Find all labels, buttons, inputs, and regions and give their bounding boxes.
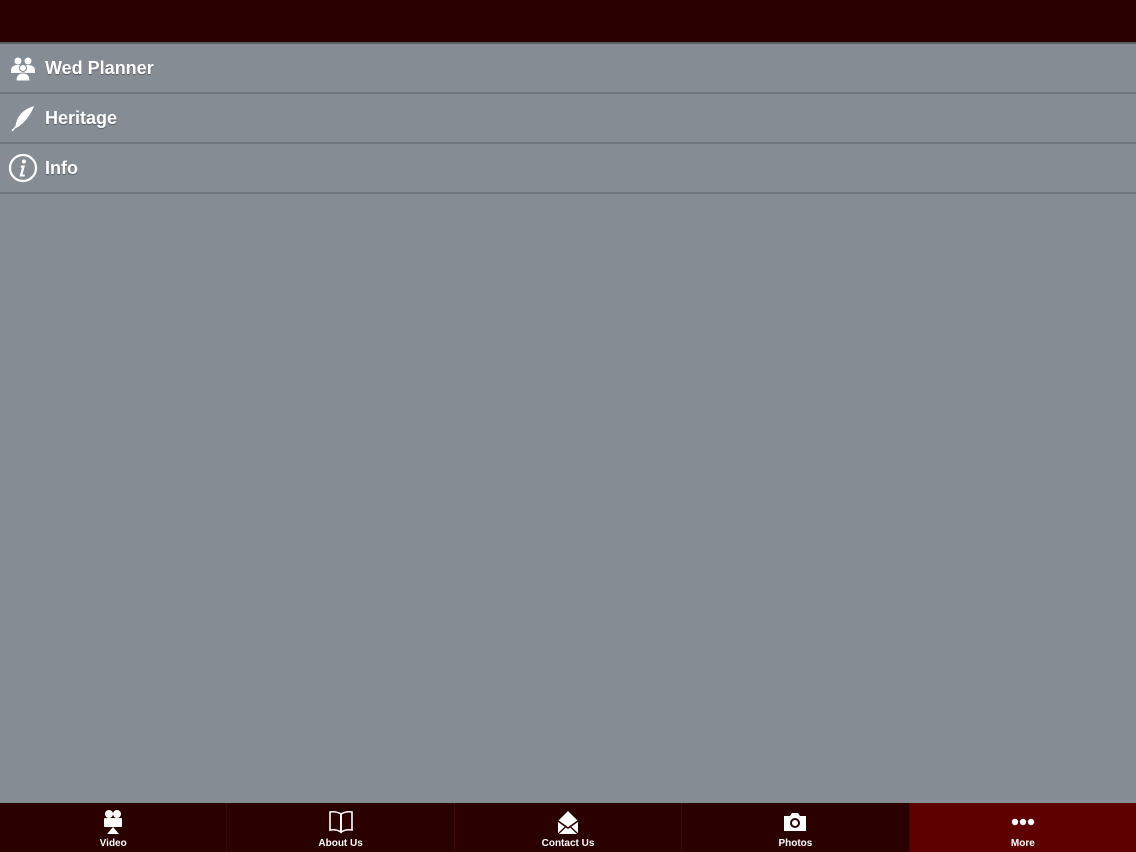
more-menu-list: Wed Planner Heritage Info	[0, 42, 1136, 194]
content-area	[0, 192, 1136, 802]
feather-icon	[8, 103, 38, 133]
menu-item-heritage[interactable]: Heritage	[0, 94, 1136, 144]
bottom-tab-bar: Video About Us Contact Us Photos More	[0, 803, 1136, 852]
tab-more[interactable]: More	[909, 803, 1136, 852]
tab-photos[interactable]: Photos	[682, 803, 910, 852]
book-icon	[327, 808, 355, 836]
group-icon	[8, 53, 38, 83]
menu-item-label: Heritage	[45, 107, 118, 128]
menu-item-label: Wed Planner	[45, 57, 154, 78]
tab-about-us[interactable]: About Us	[227, 803, 455, 852]
menu-item-label: Info	[45, 157, 78, 178]
menu-item-info[interactable]: Info	[0, 144, 1136, 194]
tab-label: Video	[99, 838, 127, 849]
tab-label: About Us	[318, 838, 363, 849]
tab-label: Contact Us	[541, 838, 595, 849]
video-camera-icon	[99, 808, 127, 836]
tab-contact-us[interactable]: Contact Us	[455, 803, 683, 852]
more-dots-icon	[1009, 808, 1037, 836]
camera-icon	[781, 808, 809, 836]
tab-label: More	[1010, 838, 1035, 849]
tab-label: Photos	[778, 838, 813, 849]
info-icon	[8, 153, 38, 183]
top-header-bar	[0, 0, 1136, 42]
envelope-icon	[554, 808, 582, 836]
tab-video[interactable]: Video	[0, 803, 228, 852]
menu-item-wed-planner[interactable]: Wed Planner	[0, 44, 1136, 94]
